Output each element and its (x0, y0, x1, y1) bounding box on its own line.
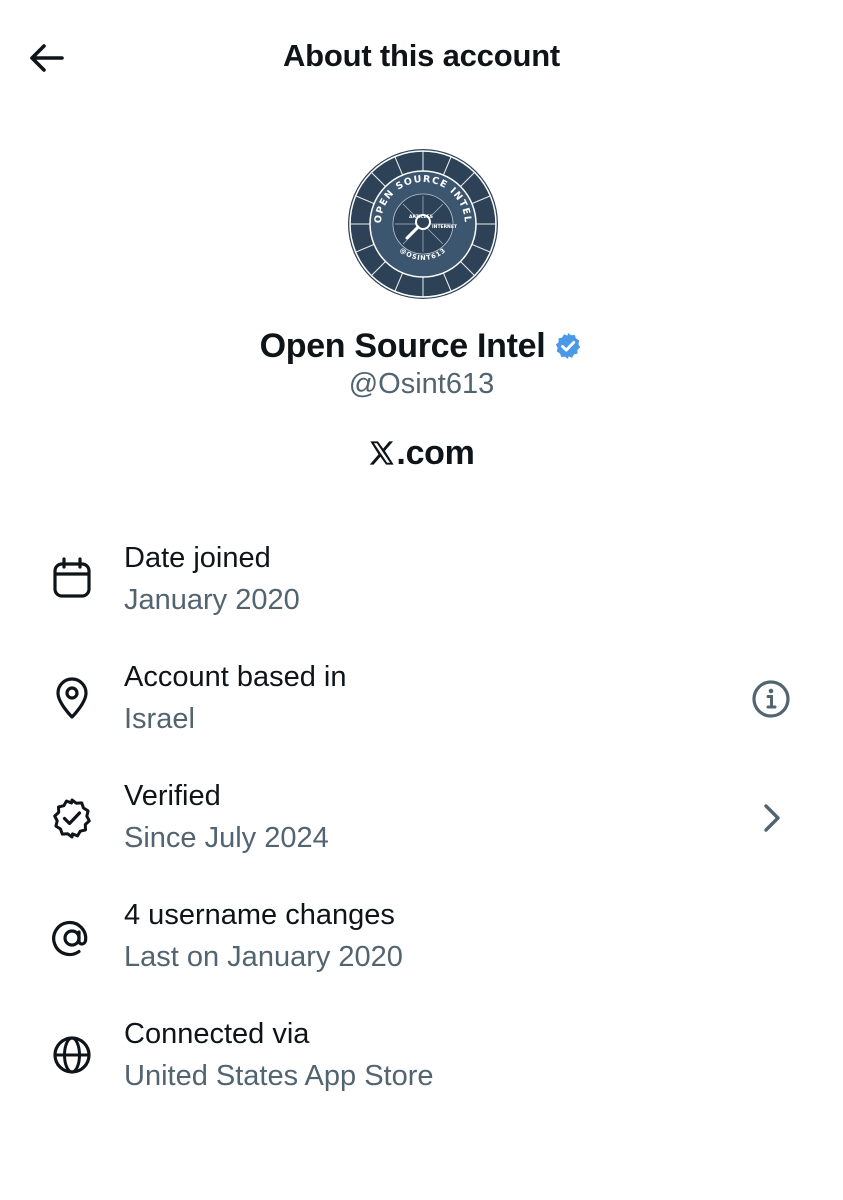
verified-outline-icon (50, 796, 94, 840)
detail-title: 4 username changes (124, 899, 395, 931)
detail-row-account-based-in: Account based in Israel (0, 639, 843, 749)
detail-value: Since July 2024 (124, 822, 329, 854)
detail-title: Verified (124, 780, 221, 812)
detail-value: United States App Store (124, 1060, 434, 1092)
detail-title: Date joined (124, 542, 271, 574)
detail-row-username-changes: 4 username changes Last on January 2020 (0, 877, 843, 987)
at-sign-icon (50, 916, 94, 960)
info-icon (752, 680, 790, 718)
avatar[interactable]: OPEN SOURCE INTEL @OSINT613 ARTICLES INT… (345, 146, 501, 302)
svg-text:INTERNET: INTERNET (432, 224, 458, 230)
page-title: About this account (282, 38, 561, 73)
detail-row-connected-via: Connected via United States App Store (0, 996, 843, 1106)
calendar-icon (50, 556, 94, 600)
profile-name-row: Open Source Intel (0, 322, 843, 370)
platform-label: .com (0, 430, 843, 476)
verified-badge-icon (553, 331, 583, 361)
detail-row-verified[interactable]: Verified Since July 2024 (0, 758, 843, 868)
x-logo-icon (368, 439, 396, 467)
svg-text:ARTICLES: ARTICLES (409, 214, 433, 220)
location-pin-icon (50, 676, 94, 720)
username-handle: @Osint613 (348, 368, 495, 400)
display-name: Open Source Intel (259, 326, 546, 365)
chevron-right-icon (764, 804, 780, 832)
globe-icon (50, 1033, 94, 1077)
osint-logo-avatar: OPEN SOURCE INTEL @OSINT613 ARTICLES INT… (346, 147, 500, 301)
platform-domain: .com (396, 433, 475, 472)
detail-value: January 2020 (124, 584, 300, 616)
detail-value: Last on January 2020 (124, 941, 403, 973)
info-button[interactable] (749, 677, 793, 721)
detail-title: Connected via (124, 1018, 310, 1050)
detail-title: Account based in (124, 661, 347, 693)
detail-value: Israel (124, 703, 195, 735)
detail-row-date-joined: Date joined January 2020 (0, 520, 843, 630)
verified-details-button[interactable] (749, 796, 793, 840)
header-bar: About this account (0, 0, 843, 116)
